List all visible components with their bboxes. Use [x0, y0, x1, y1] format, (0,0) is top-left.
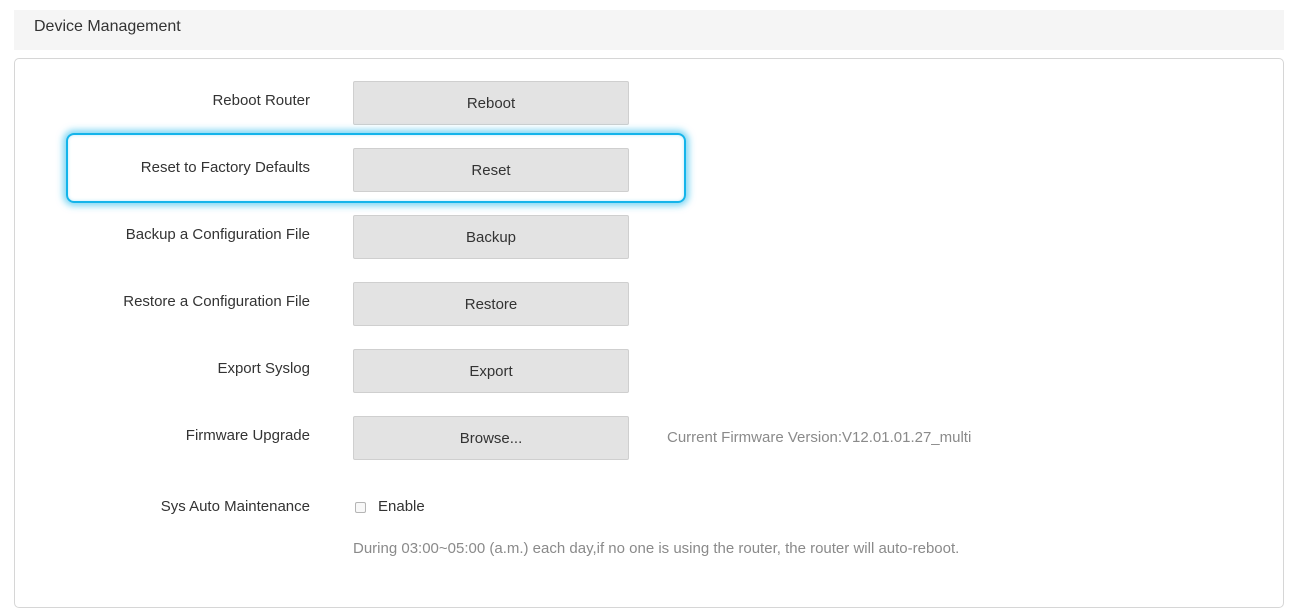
restore-button[interactable]: Restore	[353, 282, 629, 326]
reset-button[interactable]: Reset	[353, 148, 629, 192]
auto-maintenance-note: During 03:00~05:00 (a.m.) each day,if no…	[353, 540, 960, 557]
reboot-router-label: Reboot Router	[212, 92, 310, 109]
section-header-bar	[14, 10, 1284, 50]
browse-button[interactable]: Browse...	[353, 416, 629, 460]
export-syslog-label: Export Syslog	[217, 360, 310, 377]
section-title: Device Management	[34, 18, 181, 35]
enable-checkbox[interactable]	[355, 502, 366, 513]
backup-config-label: Backup a Configuration File	[125, 226, 310, 243]
restore-config-label: Restore a Configuration File	[123, 293, 310, 310]
backup-button[interactable]: Backup	[353, 215, 629, 259]
firmware-version-text: Current Firmware Version:V12.01.01.27_mu…	[667, 429, 972, 446]
export-button[interactable]: Export	[353, 349, 629, 393]
sys-auto-maintenance-label: Sys Auto Maintenance	[160, 498, 310, 515]
reboot-button[interactable]: Reboot	[353, 81, 629, 125]
firmware-upgrade-label: Firmware Upgrade	[185, 427, 310, 444]
reset-factory-defaults-label: Reset to Factory Defaults	[140, 159, 310, 176]
device-management-panel	[14, 58, 1284, 608]
enable-checkbox-label[interactable]: Enable	[378, 498, 425, 515]
